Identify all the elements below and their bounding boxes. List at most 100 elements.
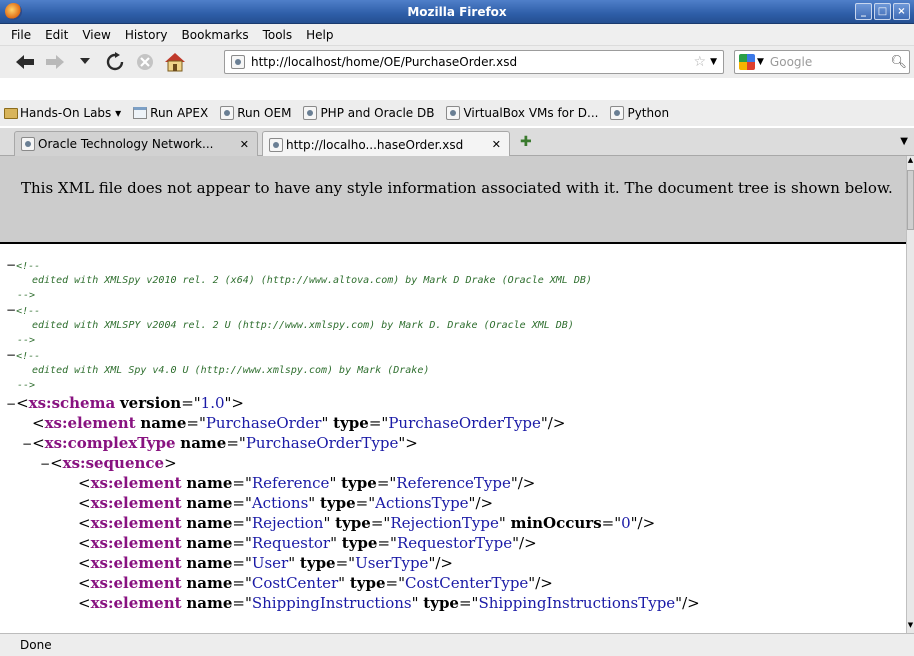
root-element-line: <xs:element name="PurchaseOrder" type="P… (32, 414, 566, 432)
tab-list-icon[interactable]: ▼ (900, 136, 908, 147)
xml-comment: −<!-- edited with XMLSpy v2010 rel. 2 (x… (0, 258, 906, 303)
collapse-toggle[interactable]: − (6, 348, 16, 362)
search-icon[interactable]: 🔍︎ (890, 55, 907, 70)
window-titlebar: Mozilla Firefox _ □ × (0, 0, 914, 24)
attr-value: 0 (621, 514, 631, 532)
folder-icon (4, 107, 18, 119)
reload-icon (106, 52, 124, 71)
element-line: <xs:element name="ShippingInstructions" … (78, 594, 700, 612)
home-button[interactable] (162, 49, 188, 75)
globe-icon (21, 137, 35, 151)
status-bar: Done (0, 633, 914, 656)
xml-comment: −<!-- edited with XMLSPY v2004 rel. 2 U … (0, 303, 906, 348)
google-icon[interactable] (739, 54, 755, 70)
reload-button[interactable] (102, 49, 128, 75)
scroll-up-icon[interactable]: ▲ (907, 156, 914, 168)
menu-edit[interactable]: Edit (38, 28, 75, 42)
bookmark-python[interactable]: Python (610, 106, 669, 120)
globe-icon (610, 106, 625, 120)
globe-icon (269, 137, 283, 152)
element-line: <xs:element name="User" type="UserType"/… (78, 554, 453, 572)
bookmark-hands-on-labs[interactable]: Hands-On Labs ▾ (4, 106, 121, 120)
back-button[interactable] (12, 49, 38, 75)
menu-file[interactable]: File (4, 28, 38, 42)
new-tab-icon[interactable]: ✚ (520, 134, 532, 150)
menu-bookmarks[interactable]: Bookmarks (175, 28, 256, 42)
attr-value: PurchaseOrderType (245, 434, 399, 452)
url-dropdown-icon[interactable]: ▼ (710, 57, 717, 67)
attr-value: ActionsType (375, 494, 469, 512)
collapse-toggle[interactable]: − (6, 258, 16, 272)
bookmark-label: PHP and Oracle DB (320, 106, 435, 120)
home-icon (165, 53, 185, 72)
status-text: Done (20, 638, 52, 652)
search-box[interactable]: ▼ Google 🔍︎ (734, 50, 910, 74)
attr-value: RejectionType (390, 514, 499, 532)
attr-value: User (251, 554, 289, 572)
menu-history[interactable]: History (118, 28, 175, 42)
comment-text: edited with XML Spy v4.0 U (http://www.x… (32, 365, 430, 376)
forward-button[interactable] (42, 49, 68, 75)
tab-strip: Oracle Technology Network... ✕ http://lo… (0, 128, 914, 157)
window-controls: _ □ × (855, 3, 910, 20)
sequence-tag: xs:sequence (62, 454, 165, 472)
xml-notice: This XML file does not appear to have an… (0, 156, 906, 244)
search-engine-dropdown-icon[interactable]: ▼ (757, 57, 764, 67)
bookmark-run-apex[interactable]: Run APEX (133, 106, 208, 120)
url-text[interactable]: http://localhost/home/OE/PurchaseOrder.x… (251, 55, 694, 69)
complextype-tag: xs:complexType (44, 434, 176, 452)
minimize-button[interactable]: _ (855, 3, 872, 20)
globe-icon (446, 106, 461, 120)
schema-tag: xs:schema (28, 394, 116, 412)
bookmark-label: Python (627, 106, 670, 120)
tab-oracle-technology-network[interactable]: Oracle Technology Network... ✕ (14, 131, 258, 156)
attr-value: CostCenter (251, 574, 339, 592)
page-content: This XML file does not appear to have an… (0, 156, 906, 633)
tab-close-icon[interactable]: ✕ (240, 138, 249, 151)
menu-view[interactable]: View (75, 28, 117, 42)
bookmark-star-icon[interactable]: ☆ (694, 54, 707, 70)
comment-text: edited with XMLSPY v2004 rel. 2 U (http:… (32, 320, 574, 331)
menu-help[interactable]: Help (299, 28, 340, 42)
xml-comment: −<!-- edited with XML Spy v4.0 U (http:/… (0, 348, 906, 393)
element-line: <xs:element name="CostCenter" type="Cost… (78, 574, 553, 592)
close-button[interactable]: × (893, 3, 910, 20)
bookmark-virtualbox[interactable]: VirtualBox VMs for D... (446, 106, 598, 120)
xml-tree: −<!-- edited with XMLSpy v2010 rel. 2 (x… (0, 244, 906, 613)
maximize-button[interactable]: □ (874, 3, 891, 20)
page-icon (133, 107, 148, 119)
bookmark-php-oracle[interactable]: PHP and Oracle DB (303, 106, 434, 120)
attr-value: Requestor (251, 534, 331, 552)
tab-close-icon[interactable]: ✕ (492, 138, 501, 151)
attr-value: 1.0 (200, 394, 225, 412)
attr-value: Actions (251, 494, 309, 512)
menu-tools[interactable]: Tools (256, 28, 300, 42)
tab-label: Oracle Technology Network... (38, 137, 214, 151)
back-arrow-icon (16, 55, 34, 69)
tab-purchaseorder-xsd[interactable]: http://localho...haseOrder.xsd ✕ (262, 131, 510, 157)
history-dropdown-button[interactable] (72, 49, 98, 75)
bookmark-label: VirtualBox VMs for D... (463, 106, 599, 120)
bookmark-label: Run OEM (237, 106, 292, 120)
bookmarks-toolbar: Hands-On Labs ▾ Run APEX Run OEM PHP and… (0, 100, 914, 126)
scroll-thumb[interactable] (907, 170, 914, 230)
collapse-toggle[interactable]: − (6, 397, 16, 411)
search-input[interactable]: Google (770, 55, 891, 69)
site-identity-icon[interactable] (231, 55, 245, 69)
url-bar[interactable]: http://localhost/home/OE/PurchaseOrder.x… (224, 50, 724, 74)
navigation-toolbar: http://localhost/home/OE/PurchaseOrder.x… (0, 46, 914, 78)
element-line: <xs:element name="Rejection" type="Rejec… (78, 514, 656, 532)
bookmark-label: Run APEX (150, 106, 209, 120)
attr-value: Reference (251, 474, 330, 492)
vertical-scrollbar[interactable]: ▲ ▼ (906, 156, 914, 633)
bookmark-run-oem[interactable]: Run OEM (220, 106, 291, 120)
attr-name: version (119, 394, 182, 412)
collapse-toggle[interactable]: − (40, 457, 50, 471)
collapse-toggle[interactable]: − (22, 437, 32, 451)
stop-icon (137, 54, 153, 70)
stop-button[interactable] (132, 49, 158, 75)
comment-text: edited with XMLSpy v2010 rel. 2 (x64) (h… (32, 275, 592, 286)
collapse-toggle[interactable]: − (6, 303, 16, 317)
scroll-down-icon[interactable]: ▼ (907, 621, 914, 633)
bookmark-label: Hands-On Labs ▾ (20, 106, 122, 120)
